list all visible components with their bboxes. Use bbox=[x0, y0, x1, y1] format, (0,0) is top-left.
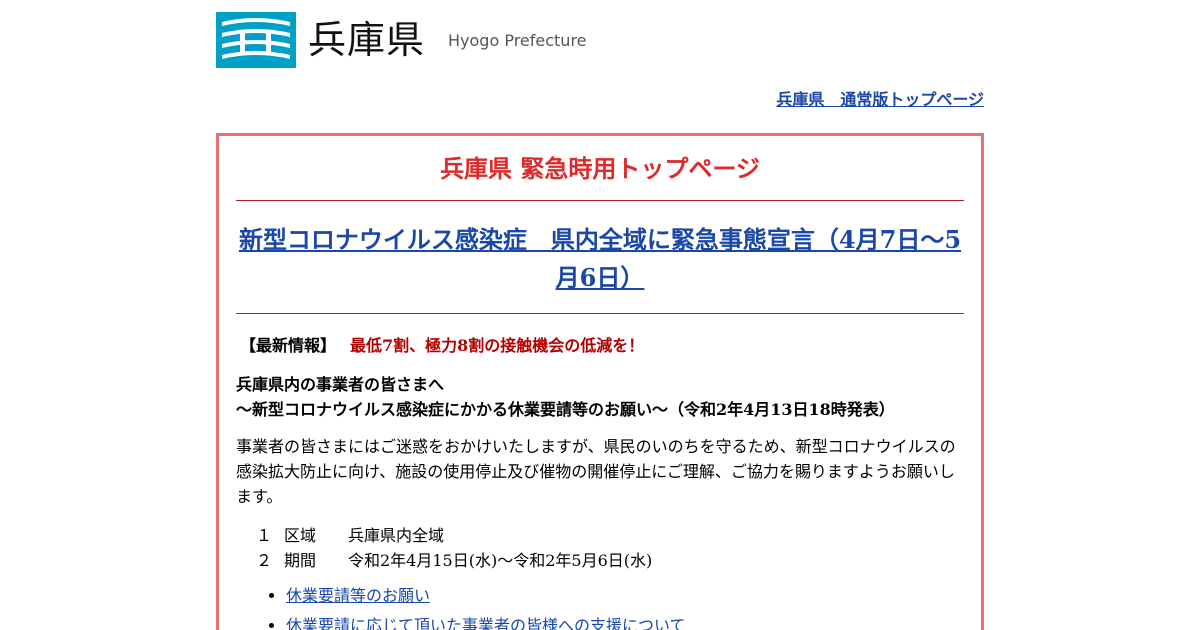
normal-version-link-row: 兵庫県 通常版トップページ bbox=[216, 88, 984, 112]
site-logo-text[interactable]: 兵庫県 bbox=[308, 16, 425, 64]
closure-request-link[interactable]: 休業要請等のお願い bbox=[286, 586, 430, 605]
related-links: 休業要請等のお願い 休業要請に応じて頂いた事業者の皆様への支援について bbox=[236, 581, 964, 630]
notice-item-number: ２ bbox=[256, 551, 273, 570]
latest-info: 【最新情報】 最低7割、極力8割の接触機会の低減を！ bbox=[240, 334, 964, 358]
headline-divider bbox=[236, 313, 964, 314]
notice-item-number: １ bbox=[256, 526, 273, 545]
hyogo-emblem-icon[interactable] bbox=[216, 12, 296, 68]
business-notice-heading-line1: 兵庫県内の事業者の皆さまへ bbox=[236, 375, 445, 394]
notice-items: １ 区域 兵庫県内全域 ２ 期間 令和2年4月15日(水)～令和2年5月6日(水… bbox=[256, 523, 964, 573]
emergency-panel: 兵庫県 緊急時用トップページ 新型コロナウイルス感染症 県内全域に緊急事態宣言（… bbox=[216, 133, 984, 630]
business-support-link[interactable]: 休業要請に応じて頂いた事業者の皆様への支援について bbox=[286, 616, 686, 630]
business-notice-heading-line2: ～新型コロナウイルス感染症にかかる休業要請等のお願い～（令和2年4月13日18時… bbox=[236, 400, 895, 419]
headline: 新型コロナウイルス感染症 県内全域に緊急事態宣言（4月7日～5月6日） bbox=[236, 221, 964, 297]
business-notice-heading: 兵庫県内の事業者の皆さまへ ～新型コロナウイルス感染症にかかる休業要請等のお願い… bbox=[236, 372, 964, 422]
notice-item-value: 令和2年4月15日(水)～令和2年5月6日(水) bbox=[348, 551, 653, 570]
latest-info-tag: 【最新情報】 bbox=[240, 336, 337, 355]
list-item: 休業要請に応じて頂いた事業者の皆様への支援について bbox=[286, 611, 964, 630]
notice-item-value: 兵庫県内全域 bbox=[348, 526, 445, 545]
site-logo-english: Hyogo Prefecture bbox=[448, 31, 587, 50]
normal-top-page-link[interactable]: 兵庫県 通常版トップページ bbox=[776, 90, 984, 109]
notice-item-period: ２ 期間 令和2年4月15日(水)～令和2年5月6日(水) bbox=[256, 548, 964, 573]
latest-info-message: 最低7割、極力8割の接触機会の低減を！ bbox=[350, 336, 645, 355]
emergency-page-title: 兵庫県 緊急時用トップページ bbox=[440, 154, 760, 183]
notice-item-key: 期間 bbox=[284, 551, 317, 570]
business-notice-body: 事業者の皆さまにはご迷惑をおかけいたしますが、県民のいのちを守るため、新型コロナ… bbox=[236, 437, 956, 506]
list-item: 休業要請等のお願い bbox=[286, 581, 964, 611]
site-header: 兵庫県 Hyogo Prefecture bbox=[216, 12, 984, 68]
state-of-emergency-link[interactable]: 新型コロナウイルス感染症 県内全域に緊急事態宣言（4月7日～5月6日） bbox=[239, 225, 961, 292]
title-divider bbox=[236, 200, 964, 201]
notice-item-area: １ 区域 兵庫県内全域 bbox=[256, 523, 964, 548]
notice-item-key: 区域 bbox=[284, 526, 317, 545]
